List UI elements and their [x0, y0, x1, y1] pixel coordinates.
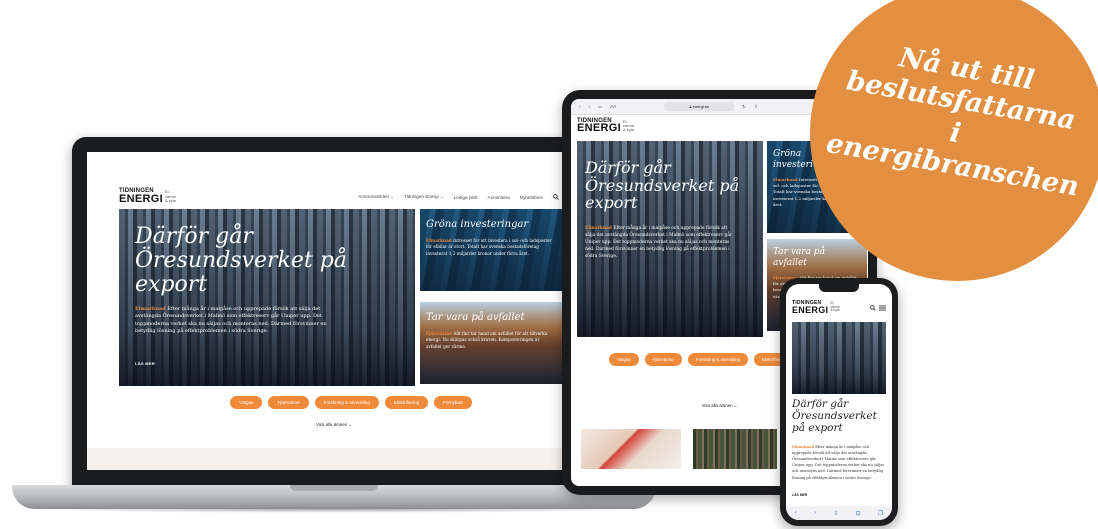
chevron-down-icon: ⌄	[390, 194, 395, 199]
chevron-down-icon: ⌄	[439, 194, 444, 199]
laptop-device: TIDNINGEN ENERGI El, värme & kyla Annons…	[12, 137, 656, 513]
logo-tag-3: & kyla	[164, 197, 176, 203]
logo-main-text: ENERGI	[119, 192, 163, 205]
share-icon[interactable]: ⇪	[754, 104, 758, 110]
hero-read-more[interactable]: LÄS MER	[792, 493, 807, 497]
hero-lead: Elmarknad Efter många år i malpåse och u…	[135, 306, 345, 335]
hero-image[interactable]	[792, 322, 886, 394]
logo-tag-3: & kyla	[830, 308, 840, 313]
card-title[interactable]: Tar vara på avfallet	[426, 312, 557, 323]
reader-aa-button[interactable]: AA	[610, 104, 616, 109]
hero-kicker: Elmarknad	[585, 226, 612, 231]
card-title[interactable]: Tar vara på avfallet	[773, 247, 861, 269]
card-tar-vara-pa-avfallet[interactable]: Tar vara på avfallet Fjärrvärme Allt fle…	[420, 302, 563, 384]
card-grona-investeringar[interactable]: Gröna investeringar Elmarknad Intresset …	[420, 209, 563, 291]
see-all-topics-link[interactable]: Visa alla ämnen ⌄	[87, 422, 581, 428]
hero-article[interactable]: Därför går Öresundsverket på export Elma…	[119, 209, 415, 386]
card-kicker: Elmarknad	[426, 238, 452, 243]
nav-item-lediga-jobb[interactable]: Lediga jobb	[454, 195, 478, 200]
card-text: Fjärrvärme Allt fler tar hand om avfalle…	[426, 331, 556, 350]
tag-fjarrvarme[interactable]: Fjärrvärme	[644, 353, 682, 366]
tag-vatgas[interactable]: Vätgas	[230, 396, 263, 409]
site-logo[interactable]: TIDNINGEN ENERGI El, värme & kyla	[119, 188, 176, 205]
back-icon[interactable]: ‹	[579, 104, 581, 109]
hero-title[interactable]: Därför går Öresundsverket på export	[585, 159, 765, 212]
phone-notch	[819, 284, 859, 292]
article-thumbnail[interactable]	[693, 429, 777, 469]
site-logo[interactable]: TIDNINGEN ENERGI El, värme & kyla	[577, 118, 634, 135]
topic-tags: Vätgas Fjärrvärme Forskning & utveckling…	[185, 396, 517, 409]
hero-read-more[interactable]: LÄS MER	[135, 361, 155, 366]
tag-elektrifiering[interactable]: Elektrifiering	[384, 396, 429, 409]
card-kicker: Fjärrvärme	[426, 331, 453, 336]
nav-item-nyhetsbrev[interactable]: Nyhetsbrev	[520, 195, 543, 200]
logo-main-text: ENERGI	[577, 122, 621, 135]
main-nav: Annonsvärlden ⌄ Tidningen Energi ⌄ Ledig…	[358, 194, 559, 200]
hero-kicker: Elmarknad	[792, 445, 815, 449]
chevron-down-icon: ⌄	[733, 403, 738, 408]
tag-forskning[interactable]: Forskning & utveckling	[314, 396, 379, 409]
logo-main-text: ENERGI	[792, 304, 829, 315]
laptop-notch	[290, 485, 378, 491]
nav-item-annonsera[interactable]: Annonsera	[488, 195, 510, 200]
hero-title[interactable]: Därför går Öresundsverket på export	[135, 225, 385, 296]
site-logo[interactable]: TIDNINGEN ENERGI El, värme & kyla	[792, 301, 840, 314]
menu-icon[interactable]	[879, 305, 886, 311]
card-kicker: Elmarknad	[773, 176, 798, 182]
forward-icon[interactable]: ›	[814, 510, 816, 516]
hero-text: Efter många år i malpåse och upprepade f…	[792, 445, 885, 480]
hero-title[interactable]: Därför går Öresundsverket på export	[792, 398, 886, 434]
tag-vatgas[interactable]: Vätgas	[608, 353, 639, 366]
footer-strip	[87, 448, 581, 470]
laptop-base	[12, 485, 656, 509]
card-title[interactable]: Gröna investeringar	[426, 219, 557, 230]
search-icon[interactable]	[870, 305, 876, 311]
address-bar[interactable]: 🔒︎ energi.se	[664, 102, 735, 111]
logo-tag-3: & kyla	[622, 127, 634, 133]
tag-forskning[interactable]: Forskning & utveckling	[687, 353, 749, 366]
forward-icon[interactable]: ›	[589, 104, 591, 109]
phone-device: TIDNINGEN ENERGI El, värme & kyla Därför…	[780, 278, 898, 526]
hero-kicker: Elmarknad	[135, 306, 166, 312]
lock-icon: 🔒︎	[689, 104, 692, 109]
tag-fornybart[interactable]: Förnybart	[434, 396, 472, 409]
sidebar-icon[interactable]: ▭	[598, 104, 602, 110]
nav-item-tidningen[interactable]: Tidningen Energi ⌄	[404, 194, 444, 200]
hero-article[interactable]: Därför går Öresundsverket på export Elma…	[577, 141, 763, 337]
promo-badge-text: Nå ut till beslutsfattarna i energibrans…	[823, 41, 1081, 203]
tag-fjarrvarme[interactable]: Fjärrvärme	[268, 396, 309, 409]
marketing-mockup: TIDNINGEN ENERGI El, värme & kyla Annons…	[0, 0, 1098, 529]
chevron-down-icon: ⌄	[348, 422, 353, 427]
back-icon[interactable]: ‹	[795, 510, 797, 516]
laptop-screen: TIDNINGEN ENERGI El, värme & kyla Annons…	[87, 152, 581, 470]
nav-item-annonsvarlden[interactable]: Annonsvärlden ⌄	[358, 194, 394, 200]
share-icon[interactable]: ⇪	[833, 510, 838, 517]
site-header: TIDNINGEN ENERGI El, värme & kyla Annons…	[119, 187, 559, 207]
article-thumbnail[interactable]	[581, 429, 681, 469]
card-text: Elmarknad Intresset för att investera i …	[426, 238, 556, 257]
reload-icon[interactable]: ↻	[742, 104, 746, 110]
hero-lead: Elmarknad Efter många år i malpåse och u…	[585, 225, 735, 260]
search-icon[interactable]	[553, 194, 559, 200]
address-text: energi.se	[692, 104, 710, 109]
safari-bottom-bar: ‹ › ⇪ ⊡ ❐	[786, 506, 892, 520]
bookmarks-icon[interactable]: ⊡	[856, 510, 861, 517]
phone-screen: TIDNINGEN ENERGI El, värme & kyla Därför…	[786, 284, 892, 520]
tabs-icon[interactable]: ❐	[878, 510, 883, 517]
hero-lead: Elmarknad Efter många år i malpåse och u…	[792, 444, 886, 481]
